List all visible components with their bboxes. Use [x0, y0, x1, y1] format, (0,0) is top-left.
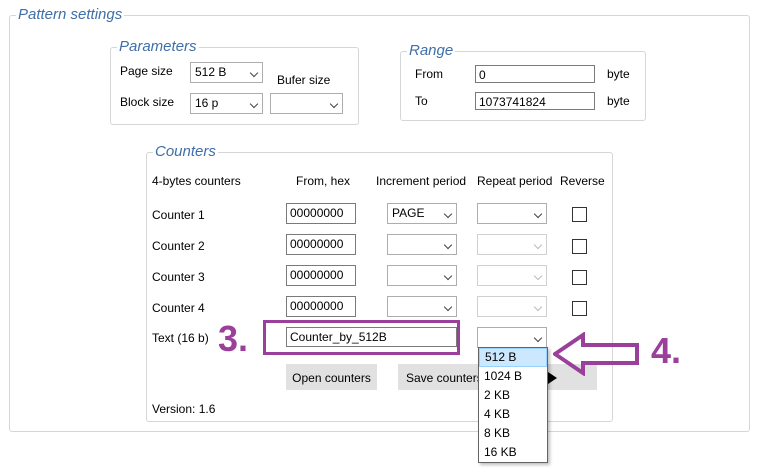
page-size-select[interactable]: 512 B [190, 62, 263, 83]
counter-1-increment-value: PAGE [392, 206, 425, 220]
chevron-down-icon [533, 240, 543, 250]
range-from-unit: byte [607, 67, 630, 81]
counter-4-increment-select[interactable] [387, 296, 457, 317]
dropdown-option[interactable]: 16 KB [479, 443, 547, 462]
counter-3-reverse-checkbox[interactable] [572, 270, 587, 285]
text-repeat-select[interactable] [477, 327, 547, 348]
chevron-down-icon [533, 271, 543, 281]
counter-3-label: Counter 3 [152, 270, 205, 284]
header-increment-period: Increment period [376, 174, 467, 188]
step-4-annotation: 4. [651, 330, 682, 371]
dropdown-option[interactable]: 8 KB [479, 424, 547, 443]
counter-1-reverse-checkbox[interactable] [572, 207, 587, 222]
counter-2-repeat-select[interactable] [477, 234, 547, 255]
chevron-down-icon [249, 99, 259, 109]
header-from-hex: From, hex [296, 174, 351, 188]
range-to-input[interactable]: 1073741824 [475, 92, 595, 110]
counter-2-from-input[interactable]: 00000000 [286, 234, 356, 255]
text-16b-input[interactable]: Counter_by_512B [286, 327, 457, 347]
bufer-size-select[interactable] [270, 93, 343, 114]
dropdown-option[interactable]: 512 B [479, 348, 547, 367]
chevron-down-icon [533, 209, 543, 219]
counter-4-reverse-checkbox[interactable] [572, 301, 587, 316]
pattern-settings-title: Pattern settings [16, 6, 125, 24]
counter-1-label: Counter 1 [152, 208, 205, 222]
range-to-label: To [415, 94, 428, 108]
dropdown-option[interactable]: 1024 B [479, 367, 547, 386]
version-label: Version: 1.6 [152, 402, 216, 416]
header-reverse: Reverse [560, 174, 605, 188]
chevron-down-icon [249, 68, 259, 78]
bufer-size-label: Bufer size [277, 73, 331, 87]
counter-1-from-input[interactable]: 00000000 [286, 203, 356, 224]
parameters-title: Parameters [117, 38, 199, 56]
counter-3-from-input[interactable]: 00000000 [286, 265, 356, 286]
page-size-value: 512 B [195, 65, 227, 79]
chevron-down-icon [533, 333, 543, 343]
text-16b-label: Text (16 b) [152, 331, 209, 345]
dropdown-option[interactable]: 4 KB [479, 405, 547, 424]
range-from-label: From [415, 67, 443, 81]
counter-2-reverse-checkbox[interactable] [572, 239, 587, 254]
header-counters: 4-bytes counters [152, 174, 241, 188]
page-size-label: Page size [120, 64, 173, 78]
chevron-down-icon [443, 302, 453, 312]
range-to-unit: byte [607, 94, 630, 108]
counter-2-increment-select[interactable] [387, 234, 457, 255]
counter-3-repeat-select[interactable] [477, 265, 547, 286]
counter-1-repeat-select[interactable] [477, 203, 547, 224]
counter-3-increment-select[interactable] [387, 265, 457, 286]
counter-4-repeat-select[interactable] [477, 296, 547, 317]
save-counters-label: Save counters [406, 371, 483, 385]
block-size-label: Block size [120, 95, 175, 109]
range-title: Range [407, 42, 456, 60]
counter-2-label: Counter 2 [152, 239, 205, 253]
block-size-select[interactable]: 16 p [190, 93, 263, 114]
arrow-left-icon [553, 332, 639, 376]
chevron-down-icon [443, 240, 453, 250]
counter-4-label: Counter 4 [152, 301, 205, 315]
dropdown-option[interactable]: 2 KB [479, 386, 547, 405]
range-from-input[interactable]: 0 [475, 65, 595, 83]
repeat-period-dropdown: 512 B 1024 B2 KB 4 KB 8 KB 16 KB [478, 347, 548, 463]
chevron-down-icon [443, 271, 453, 281]
chevron-down-icon [443, 209, 453, 219]
chevron-down-icon [329, 99, 339, 109]
counter-1-increment-select[interactable]: PAGE [387, 203, 457, 224]
open-counters-button[interactable]: Open counters [286, 364, 377, 390]
header-repeat-period: Repeat period [477, 174, 553, 188]
counter-4-from-input[interactable]: 00000000 [286, 296, 356, 317]
step-3-annotation: 3. [218, 318, 249, 359]
block-size-value: 16 p [195, 96, 219, 110]
chevron-down-icon [533, 302, 543, 312]
counters-title: Counters [153, 143, 218, 161]
